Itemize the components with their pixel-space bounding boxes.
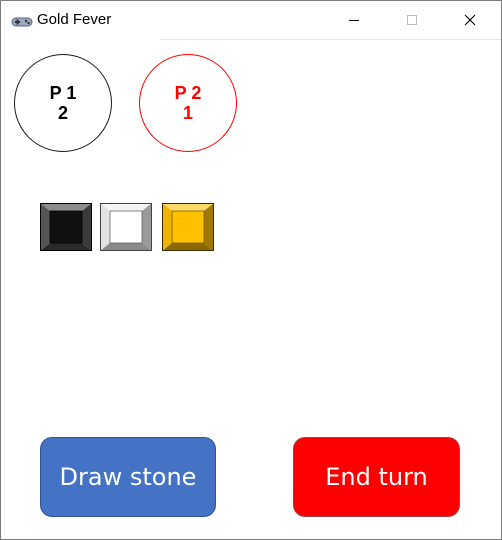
maximize-button[interactable] bbox=[389, 1, 435, 39]
player-1-token: P 1 2 bbox=[14, 54, 112, 152]
maximize-icon bbox=[407, 15, 417, 25]
window-title: Gold Fever bbox=[37, 11, 112, 28]
title-divider bbox=[161, 39, 501, 40]
gamepad-icon bbox=[11, 13, 33, 27]
app-window: Gold Fever P 1 2 P 2 1 Draw stone End tu… bbox=[0, 0, 502, 540]
draw-stone-button[interactable]: Draw stone bbox=[40, 437, 216, 517]
player-2-label: P 2 bbox=[174, 83, 202, 103]
player-1-score: 2 bbox=[57, 103, 68, 123]
close-button[interactable] bbox=[447, 1, 493, 39]
minimize-icon bbox=[349, 20, 359, 21]
gold-stone[interactable] bbox=[162, 203, 214, 251]
player-2-score: 1 bbox=[182, 103, 193, 123]
player-1-label: P 1 bbox=[49, 83, 77, 103]
player-2-token: P 2 1 bbox=[139, 54, 237, 152]
close-icon bbox=[464, 14, 476, 26]
title-bar[interactable]: Gold Fever bbox=[1, 1, 501, 39]
white-stone[interactable] bbox=[100, 203, 152, 251]
black-stone[interactable] bbox=[40, 203, 92, 251]
end-turn-button[interactable]: End turn bbox=[293, 437, 460, 517]
minimize-button[interactable] bbox=[331, 1, 377, 39]
